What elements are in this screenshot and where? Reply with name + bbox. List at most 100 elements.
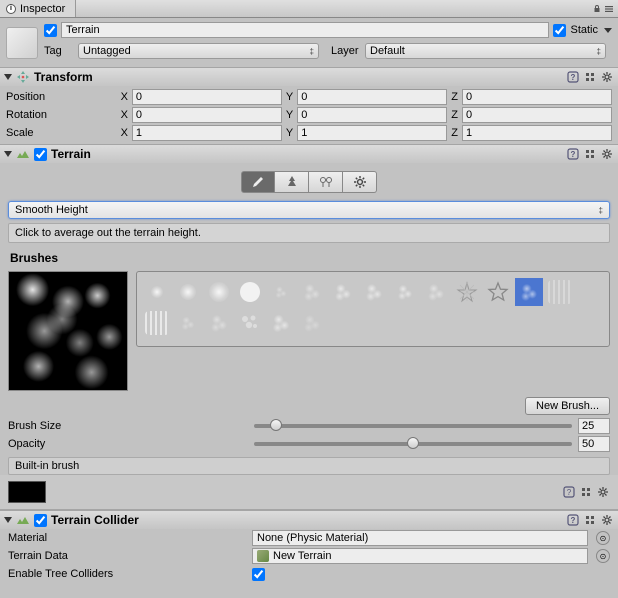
brush-thumb-6[interactable] <box>329 278 357 306</box>
lock-icon[interactable] <box>592 4 602 14</box>
enable-tree-label: Enable Tree Colliders <box>8 568 248 580</box>
brush-size-slider[interactable] <box>254 424 572 428</box>
brush-thumb-10[interactable] <box>453 278 481 306</box>
material-field[interactable]: None (Physic Material) <box>252 530 588 546</box>
terrain-header[interactable]: Terrain ? <box>0 145 618 163</box>
preset-icon[interactable] <box>579 485 593 499</box>
brush-thumb-14[interactable] <box>143 309 171 337</box>
scale-x-input[interactable] <box>132 125 282 141</box>
gear-icon[interactable] <box>600 147 614 161</box>
gameobject-icon[interactable] <box>6 27 38 59</box>
svg-text:?: ? <box>571 73 576 82</box>
opacity-slider[interactable] <box>254 442 572 446</box>
brush-thumb-11[interactable] <box>484 278 512 306</box>
gear-icon[interactable] <box>600 513 614 527</box>
terrain-collider-component: Terrain Collider ? Material None (Physic… <box>0 510 618 583</box>
terrain-enable-checkbox[interactable] <box>34 148 47 161</box>
settings-tool-button[interactable] <box>343 171 377 193</box>
terrain-data-field[interactable]: New Terrain <box>252 548 588 564</box>
rotation-x-input[interactable] <box>132 107 282 123</box>
inspector-tab-bar: i Inspector <box>0 0 618 18</box>
static-checkbox[interactable] <box>553 24 566 37</box>
terrain-data-value: New Terrain <box>273 550 332 562</box>
new-brush-button[interactable]: New Brush... <box>525 397 610 415</box>
preset-icon[interactable] <box>583 513 597 527</box>
opacity-input[interactable] <box>578 436 610 452</box>
rotation-z-input[interactable] <box>462 107 612 123</box>
brush-size-input[interactable] <box>578 418 610 434</box>
collider-enable-checkbox[interactable] <box>34 514 47 527</box>
material-label: Material <box>8 532 248 544</box>
svg-text:?: ? <box>571 150 576 159</box>
brush-thumb-1[interactable] <box>174 278 202 306</box>
scale-label: Scale <box>6 127 117 139</box>
brush-thumb-0[interactable] <box>143 278 171 306</box>
brush-thumb-18[interactable] <box>267 309 295 337</box>
terrain-data-label: Terrain Data <box>8 550 248 562</box>
brush-thumb-19[interactable] <box>298 309 326 337</box>
scale-y-input[interactable] <box>297 125 447 141</box>
dropdown-arrow-icon: ‡ <box>310 47 314 56</box>
dropdown-arrow-icon: ‡ <box>599 206 603 215</box>
brush-thumb-15[interactable] <box>174 309 202 337</box>
slider-thumb[interactable] <box>407 437 419 449</box>
material-swatch[interactable] <box>8 481 46 503</box>
gameobject-header: Static Tag Untagged ‡ Layer Default ‡ <box>0 18 618 67</box>
brush-thumb-8[interactable] <box>391 278 419 306</box>
dropdown-arrow-icon: ‡ <box>597 47 601 56</box>
rotation-y-input[interactable] <box>297 107 447 123</box>
collider-header[interactable]: Terrain Collider ? <box>0 511 618 529</box>
layer-value: Default <box>370 45 405 57</box>
brush-thumb-3[interactable] <box>236 278 264 306</box>
layer-dropdown[interactable]: Default ‡ <box>365 43 606 59</box>
material-value: None (Physic Material) <box>257 532 368 544</box>
help-icon[interactable]: ? <box>562 485 576 499</box>
paint-tool-button[interactable] <box>241 171 275 193</box>
position-z-input[interactable] <box>462 89 612 105</box>
gameobject-active-checkbox[interactable] <box>44 24 57 37</box>
gear-icon[interactable] <box>596 485 610 499</box>
scale-z-input[interactable] <box>462 125 612 141</box>
brush-thumb-17[interactable] <box>236 309 264 337</box>
static-label: Static <box>570 24 598 36</box>
terrain-tool-dropdown[interactable]: Smooth Height ‡ <box>8 201 610 219</box>
details-tool-button[interactable] <box>309 171 343 193</box>
info-icon: i <box>6 4 16 14</box>
position-y-input[interactable] <box>297 89 447 105</box>
transform-header[interactable]: Transform ? <box>0 68 618 86</box>
brush-thumb-13[interactable] <box>546 278 574 306</box>
terrain-asset-icon <box>257 550 269 562</box>
trees-tool-button[interactable] <box>275 171 309 193</box>
object-picker-icon[interactable]: ⊙ <box>596 531 610 545</box>
position-label: Position <box>6 91 117 103</box>
brush-thumb-9[interactable] <box>422 278 450 306</box>
position-x-input[interactable] <box>132 89 282 105</box>
static-dropdown-icon[interactable] <box>604 28 612 33</box>
brush-thumb-12[interactable] <box>515 278 543 306</box>
gameobject-name-input[interactable] <box>61 22 549 38</box>
help-icon[interactable]: ? <box>566 70 580 84</box>
preset-icon[interactable] <box>583 70 597 84</box>
brush-thumb-5[interactable] <box>298 278 326 306</box>
terrain-tool-description: Click to average out the terrain height. <box>8 223 610 243</box>
inspector-tab[interactable]: i Inspector <box>0 0 76 17</box>
help-icon[interactable]: ? <box>566 147 580 161</box>
gear-icon[interactable] <box>600 70 614 84</box>
brush-thumb-16[interactable] <box>205 309 233 337</box>
brush-thumb-4[interactable] <box>267 278 295 306</box>
svg-text:?: ? <box>571 516 576 525</box>
help-icon[interactable]: ? <box>566 513 580 527</box>
object-picker-icon[interactable]: ⊙ <box>596 549 610 563</box>
tag-dropdown[interactable]: Untagged ‡ <box>78 43 319 59</box>
tab-title: Inspector <box>20 3 65 15</box>
y-label: Y <box>286 91 293 103</box>
terrain-component: Terrain ? Smooth Height ‡ Click to avera… <box>0 144 618 510</box>
slider-thumb[interactable] <box>270 419 282 431</box>
brush-thumb-2[interactable] <box>205 278 233 306</box>
preset-icon[interactable] <box>583 147 597 161</box>
panel-menu-icon[interactable] <box>604 4 614 14</box>
enable-tree-checkbox[interactable] <box>252 568 265 581</box>
brush-thumb-7[interactable] <box>360 278 388 306</box>
foldout-icon <box>4 74 12 80</box>
brush-preview <box>8 271 128 391</box>
